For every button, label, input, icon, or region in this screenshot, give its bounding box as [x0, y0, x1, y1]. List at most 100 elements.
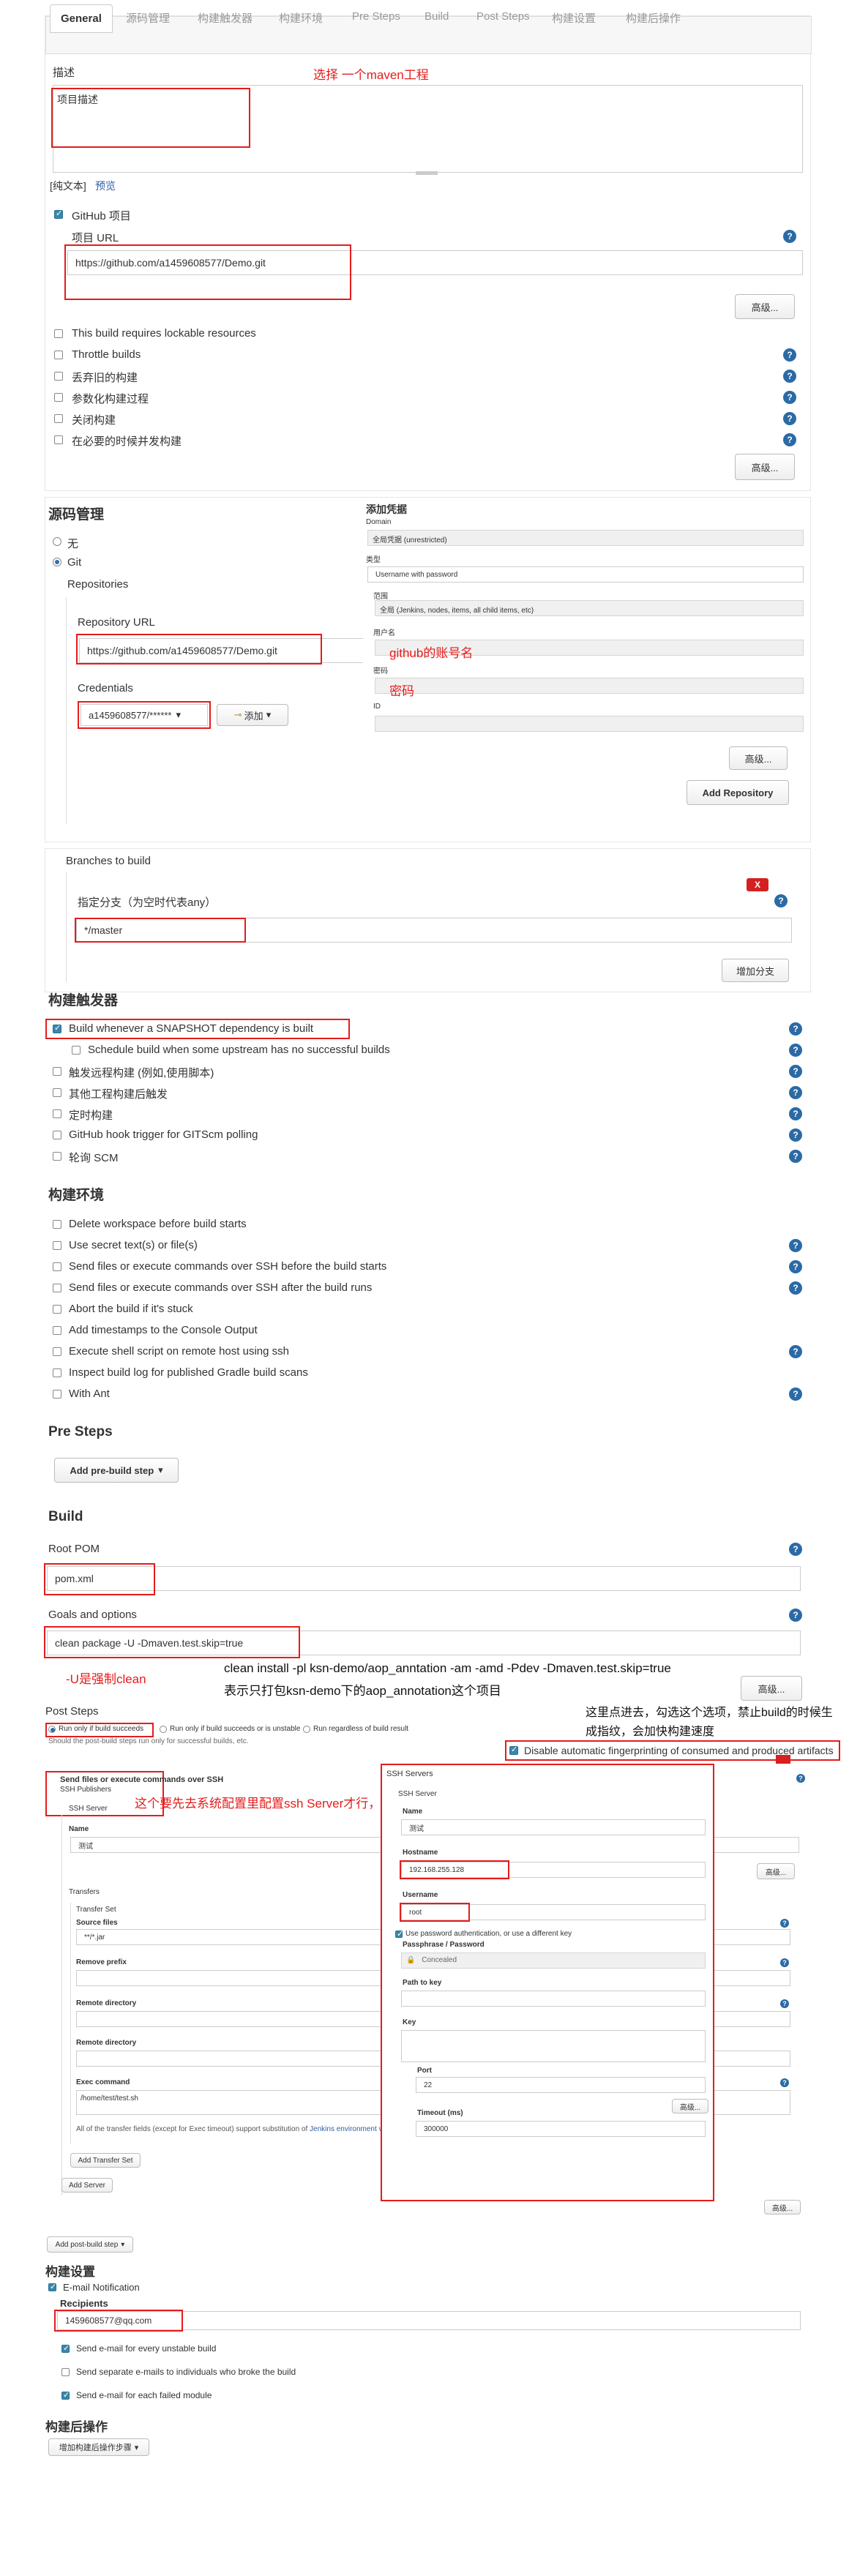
help-icon[interactable]: ? — [789, 1150, 802, 1163]
help-icon[interactable]: ? — [783, 348, 796, 362]
add-post-build-step-button[interactable]: Add post-build step ▾ — [47, 2236, 133, 2253]
advanced-button[interactable]: 高级... — [729, 746, 788, 770]
env-checkbox[interactable] — [53, 1305, 61, 1314]
help-icon[interactable]: ? — [789, 1086, 802, 1099]
help-icon[interactable]: ? — [789, 1128, 802, 1142]
env-checkbox[interactable] — [53, 1220, 61, 1229]
advanced-button[interactable]: 高级... — [764, 2200, 801, 2214]
scope-field[interactable]: 全局 (Jenkins, nodes, items, all child ite… — [375, 600, 804, 616]
add-repository-button[interactable]: Add Repository — [687, 780, 789, 805]
path-to-key-input[interactable] — [401, 1991, 706, 2007]
help-icon[interactable]: ? — [774, 894, 788, 907]
parameterized-checkbox[interactable] — [54, 393, 63, 402]
help-icon[interactable]: ? — [789, 1044, 802, 1057]
help-icon[interactable]: ? — [783, 433, 796, 446]
github-project-checkbox[interactable] — [54, 209, 63, 219]
help-icon[interactable]: ? — [789, 1345, 802, 1358]
add-branch-button[interactable]: 增加分支 — [722, 959, 789, 982]
help-icon[interactable]: ? — [789, 1022, 802, 1036]
add-transfer-set-button[interactable]: Add Transfer Set — [70, 2153, 141, 2168]
domain-field[interactable]: 全局凭据 (unrestricted) — [367, 530, 804, 546]
help-icon[interactable]: ? — [789, 1239, 802, 1252]
dlg-name-input[interactable]: 测试 — [401, 1819, 706, 1835]
tab-post-build[interactable]: 构建后操作 — [626, 10, 681, 26]
help-icon[interactable]: ? — [780, 1999, 789, 2008]
remote-trigger-checkbox[interactable] — [53, 1067, 61, 1076]
resize-grip[interactable] — [416, 171, 438, 175]
concurrent-checkbox[interactable] — [54, 435, 63, 444]
poll-scm-checkbox[interactable] — [53, 1152, 61, 1161]
kind-select[interactable]: Username with password — [367, 566, 804, 583]
passphrase-field[interactable]: 🔒 Concealed — [401, 1952, 706, 1969]
run-unstable-radio[interactable] — [160, 1726, 167, 1733]
email-notification-checkbox[interactable] — [48, 2282, 56, 2291]
advanced-button[interactable]: 高级... — [741, 1676, 802, 1701]
separate-email-checkbox[interactable] — [61, 2368, 70, 2376]
advanced-button[interactable]: 高级... — [672, 2099, 708, 2113]
unstable-email-checkbox[interactable] — [61, 2343, 70, 2353]
password-field[interactable] — [375, 678, 804, 694]
help-icon[interactable]: ? — [780, 1919, 789, 1928]
root-pom-input[interactable]: pom.xml — [47, 1566, 801, 1591]
key-textarea[interactable] — [401, 2030, 706, 2062]
timeout-input[interactable]: 300000 — [416, 2121, 706, 2137]
after-other-checkbox[interactable] — [53, 1088, 61, 1097]
help-icon[interactable]: ? — [789, 1388, 802, 1401]
help-icon[interactable]: ? — [783, 230, 796, 243]
run-success-radio[interactable] — [48, 1726, 56, 1733]
tab-pre-steps[interactable]: Pre Steps — [352, 10, 400, 23]
help-icon[interactable]: ? — [789, 1281, 802, 1295]
help-icon[interactable]: ? — [789, 1260, 802, 1273]
env-checkbox[interactable] — [53, 1262, 61, 1271]
advanced-button[interactable]: 高级... — [757, 1863, 795, 1879]
disable-build-checkbox[interactable] — [54, 414, 63, 423]
tab-post-steps[interactable]: Post Steps — [476, 10, 530, 23]
help-icon[interactable]: ? — [789, 1065, 802, 1078]
add-post-build-action-button[interactable]: 增加构建后操作步骤 ▾ — [48, 2438, 149, 2456]
env-checkbox[interactable] — [53, 1241, 61, 1250]
upstream-checkbox[interactable] — [72, 1046, 81, 1055]
help-icon[interactable]: ? — [783, 370, 796, 383]
discard-old-checkbox[interactable] — [54, 372, 63, 381]
help-icon[interactable]: ? — [789, 1543, 802, 1556]
help-icon[interactable]: ? — [783, 391, 796, 404]
env-vars-link[interactable]: Jenkins environment vari — [310, 2125, 391, 2133]
delete-branch-button[interactable]: X — [747, 878, 768, 891]
help-icon[interactable]: ? — [789, 1609, 802, 1622]
tab-general[interactable]: General — [50, 4, 113, 33]
preview-link[interactable]: 预览 — [95, 179, 116, 193]
scm-git-radio[interactable] — [53, 558, 61, 566]
scm-none-radio[interactable] — [53, 537, 61, 546]
tab-build-settings[interactable]: 构建设置 — [552, 10, 596, 26]
id-field[interactable] — [375, 716, 804, 732]
help-icon[interactable]: ? — [796, 1774, 805, 1783]
advanced-button[interactable]: 高级... — [735, 454, 795, 480]
env-checkbox[interactable] — [53, 1390, 61, 1399]
advanced-button[interactable]: 高级... — [735, 294, 795, 319]
env-checkbox[interactable] — [53, 1284, 61, 1292]
env-checkbox[interactable] — [53, 1368, 61, 1377]
add-pre-build-step-button[interactable]: Add pre-build step ▾ — [54, 1458, 179, 1483]
github-hook-checkbox[interactable] — [53, 1131, 61, 1139]
env-checkbox[interactable] — [53, 1347, 61, 1356]
tab-triggers[interactable]: 构建触发器 — [198, 10, 253, 26]
help-icon[interactable]: ? — [780, 1958, 789, 1967]
help-icon[interactable]: ? — [783, 412, 796, 425]
env-checkbox[interactable] — [53, 1326, 61, 1335]
add-server-button[interactable]: Add Server — [61, 2178, 113, 2193]
lockable-resources-checkbox[interactable] — [54, 329, 63, 338]
tab-build[interactable]: Build — [424, 10, 449, 23]
tab-build-env[interactable]: 构建环境 — [279, 10, 323, 26]
help-icon[interactable]: ? — [780, 2078, 789, 2087]
help-icon[interactable]: ? — [789, 1107, 802, 1120]
timer-checkbox[interactable] — [53, 1109, 61, 1118]
tab-scm[interactable]: 源码管理 — [126, 10, 170, 26]
port-input[interactable]: 22 — [416, 2077, 706, 2093]
failed-module-checkbox[interactable] — [61, 2390, 70, 2400]
fingerprint-checkbox[interactable] — [509, 1745, 518, 1755]
add-credential-button[interactable]: ⊸ 添加 ▾ — [217, 704, 288, 726]
throttle-checkbox[interactable] — [54, 351, 63, 359]
run-always-radio[interactable] — [303, 1726, 310, 1733]
use-password-checkbox[interactable] — [395, 1929, 403, 1939]
snapshot-checkbox[interactable] — [53, 1023, 61, 1033]
